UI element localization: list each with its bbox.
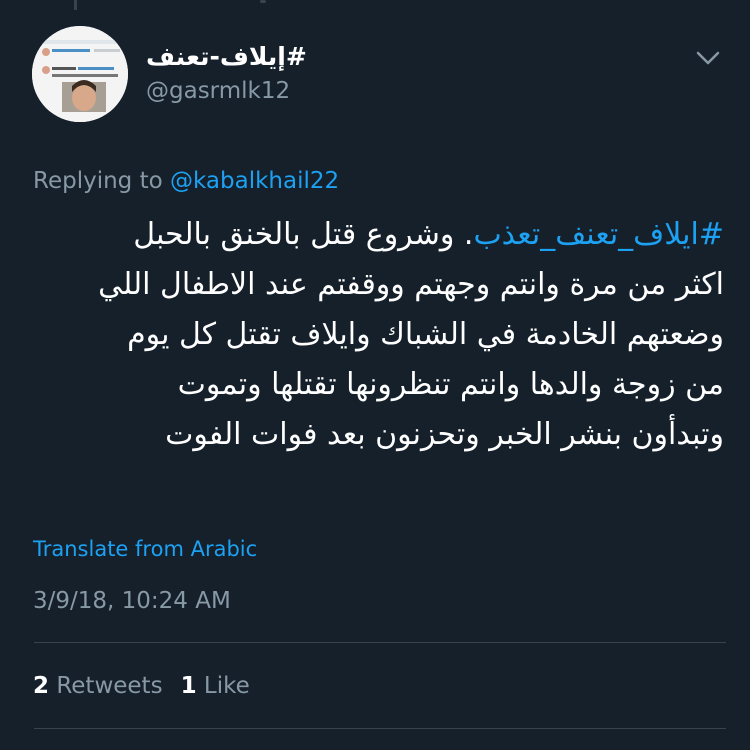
thread-connector-line xyxy=(74,0,77,10)
tweet-timestamp[interactable]: 3/9/18, 10:24 AM xyxy=(33,586,231,616)
avatar[interactable] xyxy=(32,26,128,122)
tweet-line: #ايلاف_تعنف_تعذب. وشروع قتل بالخنق بالحب… xyxy=(34,210,724,260)
chevron-down-icon[interactable] xyxy=(694,46,722,70)
hashtag-link[interactable]: #ايلاف_تعنف_تعذب xyxy=(473,217,724,252)
retweets-stat[interactable]: 2 Retweets xyxy=(33,673,163,699)
engagement-stats: 2 Retweets 1 Like xyxy=(33,671,250,701)
divider xyxy=(34,728,726,729)
divider xyxy=(34,642,726,643)
replying-to-label: Replying to xyxy=(33,168,163,194)
author-display-name[interactable]: #إيلاف-تعنف xyxy=(146,42,307,72)
thread-connector-dot xyxy=(260,0,266,3)
tweet-line: من زوجة والدها وانتم تنظرونها تقتلها وتم… xyxy=(177,367,724,402)
retweets-label: Retweets xyxy=(56,673,163,699)
tweet-line-text: . وشروع قتل بالخنق بالحبل xyxy=(133,217,474,252)
translate-link[interactable]: Translate from Arabic xyxy=(33,534,257,564)
tweet-text: #ايلاف_تعنف_تعذب. وشروع قتل بالخنق بالحب… xyxy=(34,210,724,460)
replying-to-mention[interactable]: @kabalkhail22 xyxy=(170,168,339,194)
likes-stat[interactable]: 1 Like xyxy=(181,673,250,699)
author-handle[interactable]: @gasrmlk12 xyxy=(146,76,290,106)
avatar-image-icon xyxy=(32,26,128,122)
tweet-line: وتبدأون بنشر الخبر وتحزنون بعد فوات الفو… xyxy=(165,417,724,452)
likes-count: 1 xyxy=(180,673,197,699)
tweet-line: وضعتهم الخادمة في الشباك وايلاف تقتل كل … xyxy=(127,317,724,352)
retweets-count: 2 xyxy=(33,673,50,699)
tweet-line: اكثر من مرة وانتم وجهتم ووقفتم عند الاطف… xyxy=(98,267,724,302)
likes-label: Like xyxy=(203,673,250,699)
replying-to-line: Replying to @kabalkhail22 xyxy=(33,166,339,196)
